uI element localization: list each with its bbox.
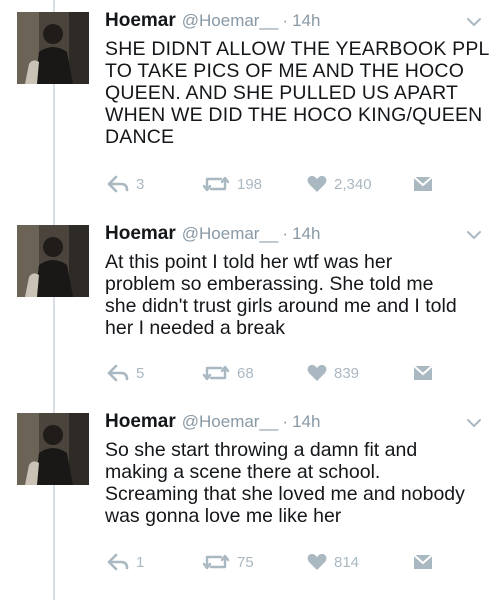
avatar-photo bbox=[17, 413, 89, 485]
tweet-text-line: was gonna love me like her bbox=[105, 505, 342, 527]
tweet-header: Hoemar @Hoemar__ · 14h bbox=[105, 10, 320, 34]
reply-button[interactable]: 5 bbox=[107, 362, 144, 384]
reply-icon bbox=[107, 364, 129, 382]
user-handle[interactable]: @Hoemar__ bbox=[182, 224, 279, 244]
display-name[interactable]: Hoemar bbox=[105, 223, 176, 245]
reply-icon bbox=[107, 175, 129, 193]
reply-count: 5 bbox=[136, 364, 145, 382]
display-name[interactable]: Hoemar bbox=[105, 10, 176, 32]
heart-icon bbox=[307, 364, 327, 381]
tweet-text-line: DANCE bbox=[105, 126, 175, 148]
like-button[interactable]: 814 bbox=[307, 551, 359, 573]
envelope-icon bbox=[413, 365, 433, 380]
retweet-icon bbox=[202, 176, 230, 192]
tweet-text-line: Screaming that she loved me and nobody bbox=[105, 483, 465, 505]
tweet[interactable]: Hoemar @Hoemar__ · 14h So she start thro… bbox=[0, 411, 498, 591]
chevron-down-icon[interactable] bbox=[466, 16, 482, 28]
heart-icon bbox=[307, 553, 327, 570]
tweet-text-line: SHE DIDNT ALLOW THE YEARBOOK PPL bbox=[105, 38, 490, 60]
direct-message-button[interactable] bbox=[413, 551, 433, 573]
like-count: 814 bbox=[334, 553, 360, 571]
avatar-photo bbox=[17, 12, 89, 84]
tweet-text-line: she didn't trust girls around me and I t… bbox=[105, 295, 457, 317]
separator-dot: · bbox=[282, 412, 289, 431]
tweet-text-line: TO TAKE PICS OF ME AND THE HOCO bbox=[105, 60, 465, 82]
timestamp[interactable]: 14h bbox=[292, 224, 320, 244]
envelope-icon bbox=[413, 176, 433, 191]
avatar-photo bbox=[17, 225, 89, 297]
chevron-down-icon[interactable] bbox=[466, 229, 482, 241]
tweet-text-line: WHEN WE DID THE HOCO KING/QUEEN bbox=[105, 104, 483, 126]
chevron-down-icon[interactable] bbox=[466, 417, 482, 429]
tweet-text-line: making a scene there at school. bbox=[105, 461, 381, 483]
timestamp[interactable]: 14h bbox=[292, 11, 320, 31]
tweet-header: Hoemar @Hoemar__ · 14h bbox=[105, 223, 320, 247]
reply-button[interactable]: 3 bbox=[107, 173, 144, 195]
retweet-button[interactable]: 68 bbox=[202, 362, 254, 384]
tweet-header: Hoemar @Hoemar__ · 14h bbox=[105, 411, 320, 435]
retweet-count: 75 bbox=[237, 553, 254, 571]
like-button[interactable]: 839 bbox=[307, 362, 359, 384]
avatar[interactable] bbox=[17, 225, 89, 297]
like-count: 2,340 bbox=[334, 175, 372, 193]
like-button[interactable]: 2,340 bbox=[307, 173, 372, 195]
tweet[interactable]: Hoemar @Hoemar__ · 14h At this point I t… bbox=[0, 223, 498, 398]
retweet-button[interactable]: 198 bbox=[202, 173, 262, 195]
avatar[interactable] bbox=[17, 413, 89, 485]
timestamp[interactable]: 14h bbox=[292, 412, 320, 432]
tweet-text-line: QUEEN. AND SHE PULLED US APART bbox=[105, 82, 459, 104]
tweet-text-line: So she start throwing a damn fit and bbox=[105, 439, 418, 461]
retweet-icon bbox=[202, 365, 230, 381]
tweet-text-line: problem so emberassing. She told me bbox=[105, 273, 434, 295]
retweet-button[interactable]: 75 bbox=[202, 551, 254, 573]
separator-dot: · bbox=[282, 11, 289, 30]
tweet-text: SHE DIDNT ALLOW THE YEARBOOK PPL TO TAKE… bbox=[105, 38, 490, 148]
direct-message-button[interactable] bbox=[413, 362, 433, 384]
tweet-text: At this point I told her wtf was her pro… bbox=[105, 251, 490, 339]
user-handle[interactable]: @Hoemar__ bbox=[182, 11, 279, 31]
heart-icon bbox=[307, 175, 327, 192]
reply-count: 3 bbox=[136, 175, 145, 193]
envelope-icon bbox=[413, 554, 433, 569]
tweet-text: So she start throwing a damn fit and mak… bbox=[105, 439, 490, 527]
avatar[interactable] bbox=[17, 12, 89, 84]
retweet-count: 198 bbox=[237, 175, 263, 193]
tweet[interactable]: Hoemar @Hoemar__ · 14h SHE DIDNT ALLOW T… bbox=[0, 10, 498, 200]
retweet-count: 68 bbox=[237, 364, 254, 382]
retweet-icon bbox=[202, 554, 230, 570]
tweet-text-line: At this point I told her wtf was her bbox=[105, 251, 393, 273]
display-name[interactable]: Hoemar bbox=[105, 411, 176, 433]
like-count: 839 bbox=[334, 364, 360, 382]
reply-count: 1 bbox=[136, 553, 145, 571]
direct-message-button[interactable] bbox=[413, 173, 433, 195]
reply-button[interactable]: 1 bbox=[107, 551, 144, 573]
separator-dot: · bbox=[282, 224, 289, 243]
user-handle[interactable]: @Hoemar__ bbox=[182, 412, 279, 432]
reply-icon bbox=[107, 553, 129, 571]
tweet-text-line: her I needed a break bbox=[105, 317, 285, 339]
